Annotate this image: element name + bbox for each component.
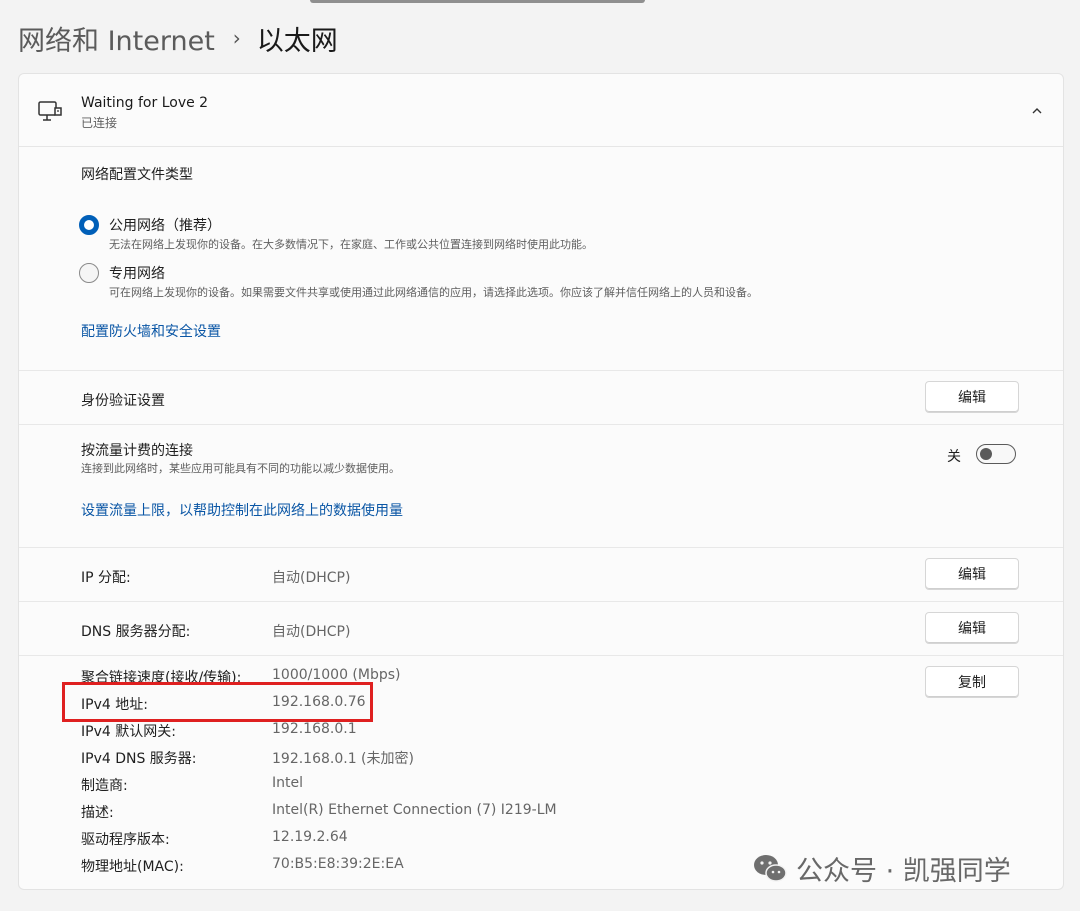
ip-assignment-label: IP 分配: xyxy=(81,570,131,586)
ethernet-card: Waiting for Love 2 已连接 网络配置文件类型 公用网络（推荐）… xyxy=(18,73,1064,890)
dns-assignment-label: DNS 服务器分配: xyxy=(81,624,191,640)
detail-value-ipv4-address: 192.168.0.76 xyxy=(272,694,366,710)
profile-type-title: 网络配置文件类型 xyxy=(81,167,193,183)
collapse-button[interactable] xyxy=(1024,98,1050,124)
auth-settings-row: 身份验证设置 编辑 xyxy=(19,370,1063,424)
ip-assignment-row: IP 分配: 自动(DHCP) 编辑 xyxy=(19,547,1063,601)
metered-connection-description: 连接到此网络时，某些应用可能具有不同的功能以减少数据使用。 xyxy=(81,462,400,475)
detail-value-ipv4-dns: 192.168.0.1 (未加密) xyxy=(272,751,414,767)
radio-private-indicator[interactable] xyxy=(79,263,99,283)
network-name: Waiting for Love 2 xyxy=(81,95,209,111)
detail-value-driver-version: 12.19.2.64 xyxy=(272,829,348,845)
auth-edit-button[interactable]: 编辑 xyxy=(925,381,1019,413)
wechat-icon xyxy=(754,855,787,882)
dns-assignment-row: DNS 服务器分配: 自动(DHCP) 编辑 xyxy=(19,601,1063,655)
chevron-up-icon xyxy=(1032,108,1042,114)
detail-label-ipv4-address: IPv4 地址: xyxy=(81,697,148,713)
metered-toggle-state: 关 xyxy=(947,449,961,465)
ip-assignment-value: 自动(DHCP) xyxy=(272,570,351,586)
ip-edit-button[interactable]: 编辑 xyxy=(925,558,1019,590)
top-scroll-indicator xyxy=(310,0,645,3)
detail-label-driver-version: 驱动程序版本: xyxy=(81,832,170,848)
detail-label-ipv4-gateway: IPv4 默认网关: xyxy=(81,724,176,740)
detail-label-ipv4-dns: IPv4 DNS 服务器: xyxy=(81,751,197,767)
data-limit-link[interactable]: 设置流量上限，以帮助控制在此网络上的数据使用量 xyxy=(81,500,403,520)
detail-label-description: 描述: xyxy=(81,805,114,821)
dns-edit-button[interactable]: 编辑 xyxy=(925,612,1019,644)
detail-value-description: Intel(R) Ethernet Connection (7) I219-LM xyxy=(272,802,557,818)
dns-assignment-value: 自动(DHCP) xyxy=(272,624,351,640)
detail-value-link-speed: 1000/1000 (Mbps) xyxy=(272,667,401,683)
breadcrumb: 网络和 Internet › 以太网 xyxy=(18,16,338,60)
breadcrumb-parent[interactable]: 网络和 Internet xyxy=(18,19,215,58)
metered-connection-section: 按流量计费的连接 连接到此网络时，某些应用可能具有不同的功能以减少数据使用。 设… xyxy=(19,424,1063,547)
radio-private-label: 专用网络 xyxy=(109,266,165,282)
page-title: 以太网 xyxy=(256,25,338,57)
metered-toggle-knob xyxy=(980,448,992,460)
firewall-settings-link[interactable]: 配置防火墙和安全设置 xyxy=(81,321,221,341)
metered-connection-label: 按流量计费的连接 xyxy=(81,443,193,459)
detail-label-manufacturer: 制造商: xyxy=(81,778,128,794)
radio-public-description: 无法在网络上发现你的设备。在大多数情况下，在家庭、工作或公共位置连接到网络时使用… xyxy=(109,238,593,251)
network-status: 已连接 xyxy=(81,116,118,130)
radio-private-network[interactable]: 专用网络 可在网络上发现你的设备。如果需要文件共享或使用通过此网络通信的应用，请… xyxy=(79,263,999,299)
radio-public-indicator[interactable] xyxy=(79,215,99,235)
detail-label-mac-address: 物理地址(MAC): xyxy=(81,859,184,875)
radio-private-description: 可在网络上发现你的设备。如果需要文件共享或使用通过此网络通信的应用，请选择此选项… xyxy=(109,286,758,299)
watermark: 公众号 · 凯强同学 xyxy=(752,851,1011,887)
ethernet-icon xyxy=(38,101,62,121)
detail-value-manufacturer: Intel xyxy=(272,775,303,791)
breadcrumb-separator: › xyxy=(232,26,241,50)
auth-settings-label: 身份验证设置 xyxy=(81,393,165,409)
detail-label-link-speed: 聚合链接速度(接收/传输): xyxy=(81,670,242,686)
radio-public-label: 公用网络（推荐） xyxy=(109,218,221,234)
copy-details-button[interactable]: 复制 xyxy=(925,666,1019,698)
network-header[interactable]: Waiting for Love 2 已连接 xyxy=(19,74,1063,147)
metered-toggle[interactable] xyxy=(976,444,1016,464)
detail-value-mac-address: 70:B5:E8:39:2E:EA xyxy=(272,856,404,872)
radio-public-network[interactable]: 公用网络（推荐） 无法在网络上发现你的设备。在大多数情况下，在家庭、工作或公共位… xyxy=(79,215,999,251)
detail-value-ipv4-gateway: 192.168.0.1 xyxy=(272,721,357,737)
watermark-text: 公众号 · 凯强同学 xyxy=(796,855,1011,887)
